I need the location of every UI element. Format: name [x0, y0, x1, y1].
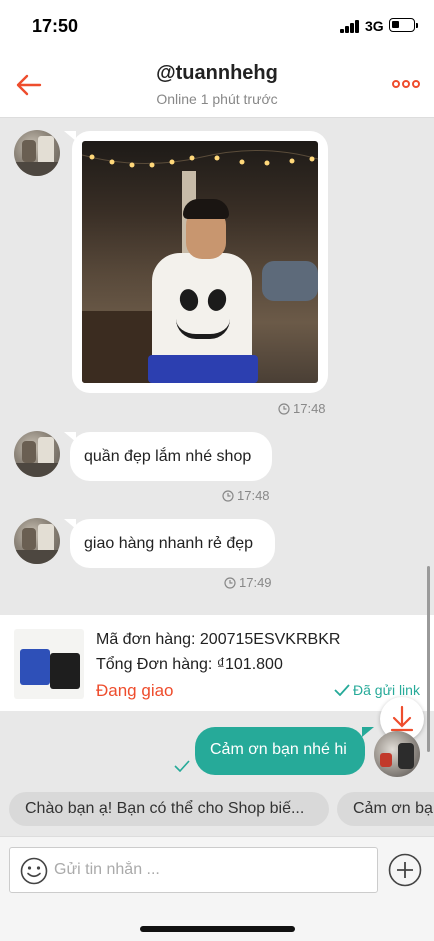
- status-time: 17:50: [32, 16, 79, 36]
- quick-reply-chip[interactable]: Chào bạn ạ! Bạn có thể cho Shop biế...: [9, 792, 329, 826]
- avatar[interactable]: [14, 130, 60, 176]
- message-time: 17:48: [222, 488, 270, 503]
- scrollbar[interactable]: [427, 566, 430, 752]
- plus-icon[interactable]: [388, 853, 422, 887]
- message-time: 17:49: [224, 575, 272, 590]
- network-type: 3G: [365, 18, 384, 34]
- message-text: quần đẹp lắm nhé shop: [84, 448, 252, 465]
- check-icon: [334, 684, 350, 696]
- order-card[interactable]: Mã đơn hàng: 200715ESVKRBKR Tổng Đơn hàn…: [0, 615, 434, 711]
- avatar[interactable]: [14, 518, 60, 564]
- chat-header: @tuannhehg Online 1 phút trước: [0, 52, 434, 118]
- text-message-bubble[interactable]: giao hàng nhanh rẻ đẹp: [70, 519, 275, 568]
- message-input-bar: [0, 836, 434, 941]
- signal-icon: [340, 20, 360, 33]
- bubble-tail: [362, 727, 374, 737]
- clock-icon: [224, 576, 236, 589]
- clock-icon: [278, 402, 290, 415]
- message-input[interactable]: [54, 855, 364, 885]
- more-dots-icon[interactable]: [392, 80, 420, 90]
- product-thumbnail: [14, 629, 84, 699]
- message-time: 17:48: [278, 401, 326, 416]
- battery-icon: [389, 18, 418, 32]
- home-indicator: [140, 926, 295, 932]
- chat-title[interactable]: @tuannhehg: [0, 62, 434, 85]
- my-message-bubble[interactable]: Cảm ơn bạn nhé hi: [195, 727, 365, 775]
- order-status: Đang giao: [96, 681, 174, 700]
- order-total: Tổng Đơn hàng: ₫101.800: [96, 656, 283, 673]
- message-photo[interactable]: [82, 141, 318, 383]
- message-input-box[interactable]: [9, 847, 378, 893]
- clock-icon: [222, 489, 234, 502]
- online-status: Online 1 phút trước: [156, 91, 278, 107]
- message-text: giao hàng nhanh rẻ đẹp: [84, 535, 254, 552]
- order-code: Mã đơn hàng: 200715ESVKRBKR: [96, 631, 341, 648]
- emoji-icon[interactable]: [19, 856, 49, 886]
- check-icon: [174, 760, 190, 772]
- avatar[interactable]: [14, 431, 60, 477]
- link-sent-label: Đã gửi link: [334, 682, 420, 698]
- avatar[interactable]: [374, 731, 420, 777]
- message-text: Cảm ơn bạn nhé hi: [210, 741, 347, 758]
- status-bar: 17:50 3G: [0, 0, 434, 52]
- text-message-bubble[interactable]: quần đẹp lắm nhé shop: [70, 432, 272, 481]
- quick-reply-chip[interactable]: Cảm ơn bạ: [337, 792, 434, 826]
